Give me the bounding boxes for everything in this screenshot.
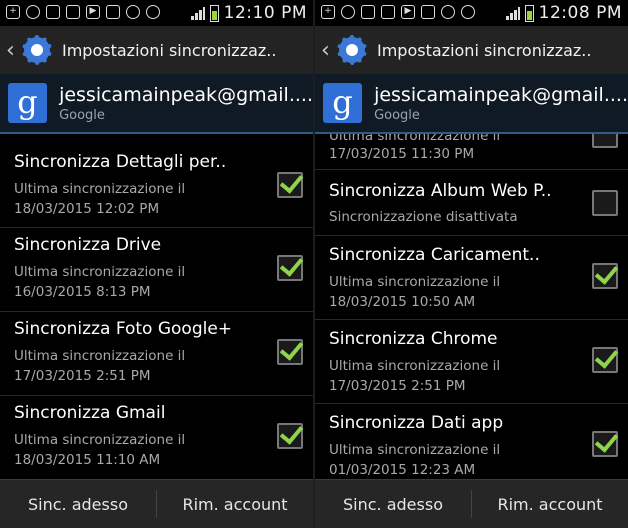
page-title: Impostazioni sincronizzaz.. [377, 40, 592, 60]
sync-checkbox[interactable] [277, 423, 303, 449]
sync-item[interactable]: Sincronizza Dati app Ultima sincronizzaz… [315, 403, 628, 480]
sync-item-status: Sincronizzazione disattivata [329, 209, 518, 225]
settings-gear-icon[interactable] [22, 35, 52, 65]
sync-checkbox[interactable] [592, 263, 618, 289]
plus-icon: + [321, 5, 335, 19]
settings-gear-icon[interactable] [337, 35, 367, 65]
sync-item[interactable]: Sincronizza Drive Ultima sincronizzazion… [0, 227, 313, 312]
bottom-action-bar: Sinc. adesso Rim. account [315, 479, 628, 528]
account-header: g jessicamainpeak@gmail.... Google [0, 74, 313, 134]
wifi-icon [461, 5, 475, 19]
screenshot-left: + ▶ 12:10 PM ‹ Impostazioni sincronizzaz… [0, 0, 313, 528]
sync-item-date: 17/03/2015 2:51 PM [14, 368, 151, 384]
sync-item-date: 16/03/2015 8:13 PM [14, 284, 151, 300]
wifi-icon [146, 5, 160, 19]
status-time: 12:10 PM [223, 3, 307, 23]
sync-item-title: Sincronizza Foto Google+ [14, 319, 233, 339]
status-bar: + ▶ 12:10 PM [0, 0, 313, 26]
sync-item[interactable]: Sincronizza Caricament.. Ultima sincroni… [315, 235, 628, 320]
sync-item-status: Ultima sincronizzazione il [14, 432, 186, 448]
sync-checkbox[interactable] [277, 172, 303, 198]
bottom-action-bar: Sinc. adesso Rim. account [0, 479, 313, 528]
sync-item-date: 17/03/2015 11:30 PM [329, 146, 475, 162]
sync-item-status: Ultima sincronizzazione il [329, 358, 501, 374]
play-icon: ▶ [401, 5, 415, 19]
sync-item[interactable]: Sincronizza Foto Google+ Ultima sincroni… [0, 311, 313, 396]
whatsapp-icon [341, 5, 355, 19]
signal-icon [505, 6, 520, 20]
sync-item-status: Ultima sincronizzazione il [14, 181, 186, 197]
mute-icon [106, 5, 120, 19]
sync-list: Ultima sincronizzazione il 17/03/2015 11… [315, 134, 628, 480]
google-logo-icon: g [323, 83, 363, 123]
remove-account-button[interactable]: Rim. account [472, 480, 628, 528]
sync-item-date: 17/03/2015 2:51 PM [329, 378, 466, 394]
sync-item[interactable]: Sincronizza Gmail Ultima sincronizzazion… [0, 395, 313, 480]
account-header: g jessicamainpeak@gmail.... Google [315, 74, 628, 134]
sync-checkbox[interactable] [277, 255, 303, 281]
account-email: jessicamainpeak@gmail.... [59, 83, 313, 106]
sync-item-title: Sincronizza Gmail [14, 403, 166, 423]
account-type: Google [374, 107, 420, 123]
sync-item-title: Sincronizza Drive [14, 235, 162, 255]
sync-item-title: Sincronizza Dati app [329, 413, 504, 433]
sync-now-button[interactable]: Sinc. adesso [0, 480, 156, 528]
sync-checkbox[interactable] [592, 347, 618, 373]
sync-item-title: Sincronizza Caricament.. [329, 245, 540, 265]
page-title: Impostazioni sincronizzaz.. [62, 40, 277, 60]
action-bar: ‹ Impostazioni sincronizzaz.. [315, 26, 628, 74]
sync-item-status: Ultima sincronizzazione il [329, 274, 501, 290]
sync-checkbox[interactable] [277, 339, 303, 365]
sync-item[interactable]: Ultima sincronizzazione il 17/03/2015 11… [315, 134, 628, 170]
sync-item-status: Ultima sincronizzazione il [14, 264, 186, 280]
image-icon [66, 5, 80, 19]
remove-account-button[interactable]: Rim. account [157, 480, 313, 528]
status-bar: + ▶ 12:08 PM [315, 0, 628, 26]
back-icon[interactable]: ‹ [6, 38, 18, 63]
battery-icon [524, 4, 534, 22]
sync-now-button[interactable]: Sinc. adesso [315, 480, 471, 528]
sync-item-title: Sincronizza Chrome [329, 329, 498, 349]
plus-icon: + [6, 5, 20, 19]
sync-item-status: Ultima sincronizzazione il [329, 442, 501, 458]
back-icon[interactable]: ‹ [321, 38, 333, 63]
google-logo-icon: g [8, 83, 48, 123]
battery-icon [209, 4, 219, 22]
sync-item-date: 18/03/2015 10:50 AM [329, 294, 476, 310]
sync-item-date: 18/03/2015 11:10 AM [14, 452, 161, 468]
mute-icon [421, 5, 435, 19]
sync-item[interactable]: Sincronizza Dettagli per.. Ultima sincro… [0, 134, 313, 228]
sync-item[interactable]: Sincronizza Album Web P.. Sincronizzazio… [315, 169, 628, 236]
play-icon: ▶ [86, 5, 100, 19]
sync-list: Sincronizza Dettagli per.. Ultima sincro… [0, 134, 313, 480]
sync-checkbox[interactable] [592, 134, 618, 148]
alarm-icon [126, 5, 140, 19]
signal-icon [190, 6, 205, 20]
account-email: jessicamainpeak@gmail.... [374, 83, 628, 106]
status-time: 12:08 PM [538, 3, 622, 23]
sync-checkbox[interactable] [592, 431, 618, 457]
sync-item-date: 18/03/2015 12:02 PM [14, 201, 160, 217]
account-type: Google [59, 107, 105, 123]
twitter-icon [46, 5, 60, 19]
sync-item[interactable]: Sincronizza Chrome Ultima sincronizzazio… [315, 319, 628, 404]
action-bar: ‹ Impostazioni sincronizzaz.. [0, 26, 313, 74]
sync-item-title: Sincronizza Album Web P.. [329, 181, 552, 201]
sync-item-status: Ultima sincronizzazione il [14, 348, 186, 364]
screenshot-right: + ▶ 12:08 PM ‹ Impostazioni sincronizzaz… [315, 0, 628, 528]
image-icon [381, 5, 395, 19]
alarm-icon [441, 5, 455, 19]
sync-item-title: Sincronizza Dettagli per.. [14, 152, 227, 172]
whatsapp-icon [26, 5, 40, 19]
twitter-icon [361, 5, 375, 19]
sync-checkbox[interactable] [592, 190, 618, 216]
sync-item-date: 01/03/2015 12:23 AM [329, 462, 476, 478]
